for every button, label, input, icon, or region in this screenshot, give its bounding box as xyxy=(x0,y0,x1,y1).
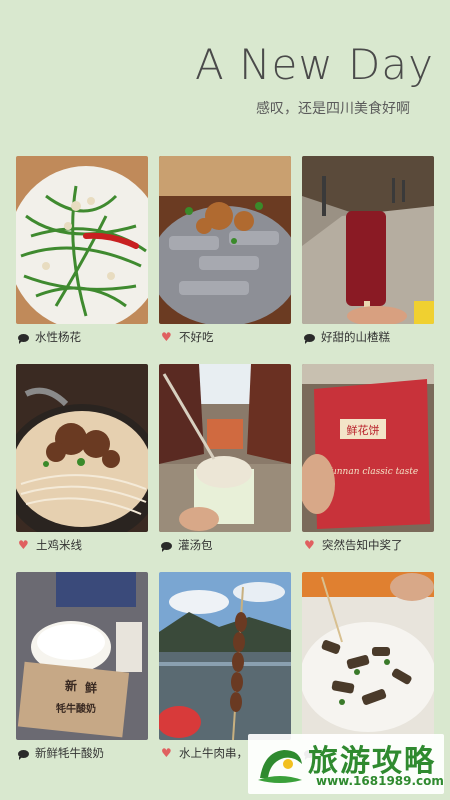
photo-hawthorn-cake[interactable] xyxy=(302,156,434,324)
photo-card[interactable]: 鲜花饼 Yunnan classic taste ♥ 突然告知中奖了 xyxy=(302,364,434,558)
package-english-text: Yunnan classic taste xyxy=(326,467,418,477)
photo-card[interactable]: 水性杨花 xyxy=(16,156,148,350)
package-brand-text: 鲜花饼 xyxy=(347,423,380,437)
site-watermark: 旅游攻略 www.1681989.com xyxy=(248,734,444,794)
photo-card[interactable]: ♥ 土鸡米线 xyxy=(16,364,148,558)
card-caption: 突然告知中奖了 xyxy=(322,538,403,552)
card-caption: 灌汤包 xyxy=(178,538,213,552)
page-title: A New Day xyxy=(195,40,434,89)
speech-bubble-icon[interactable] xyxy=(18,333,29,344)
page-subtitle: 感叹，还是四川美食好啊 xyxy=(256,101,410,117)
card-caption: 好甜的山楂糕 xyxy=(321,330,390,344)
card-caption-row: 好甜的山楂糕 xyxy=(302,324,434,350)
speech-bubble-icon[interactable] xyxy=(304,333,315,344)
card-caption: 不好吃 xyxy=(179,330,214,344)
heart-icon[interactable]: ♥ xyxy=(161,747,173,759)
heart-icon[interactable]: ♥ xyxy=(18,539,30,551)
speech-bubble-icon[interactable] xyxy=(161,541,172,552)
yogurt-sign-line3: 牦牛酸奶 xyxy=(56,702,96,715)
photo-flower-cake-package[interactable]: 鲜花饼 Yunnan classic taste xyxy=(302,364,434,532)
photo-beef-skewer-lake[interactable] xyxy=(159,572,291,740)
yogurt-sign-line1: 新 xyxy=(65,678,77,693)
photo-card[interactable]: 好甜的山楂糕 xyxy=(302,156,434,350)
card-caption: 水性杨花 xyxy=(35,330,81,344)
yogurt-sign-line2: 鲜 xyxy=(85,680,97,695)
heart-icon[interactable]: ♥ xyxy=(304,539,316,551)
photo-stir-fried-greens[interactable] xyxy=(16,156,148,324)
card-caption-row: ♥ 突然告知中奖了 xyxy=(302,532,434,558)
card-caption-row: ♥ 土鸡米线 xyxy=(16,532,148,558)
photo-jelly-noodles[interactable] xyxy=(159,156,291,324)
card-caption-row: 新鲜牦牛酸奶 xyxy=(16,740,148,766)
card-caption-row: 水性杨花 xyxy=(16,324,148,350)
photo-grid: 水性杨花 ♥ 不好吃 好甜的山楂糕 ♥ 土鸡米线 灌汤包 鲜花饼 Yunnan … xyxy=(16,156,434,766)
photo-card[interactable]: 灌汤包 xyxy=(159,364,291,558)
card-caption: 土鸡米线 xyxy=(36,538,82,552)
watermark-logo-icon xyxy=(258,750,302,783)
photo-card[interactable]: ♥ 不好吃 xyxy=(159,156,291,350)
speech-bubble-icon[interactable] xyxy=(18,749,29,760)
photo-yak-yogurt[interactable]: 新 鲜 牦牛酸奶 xyxy=(16,572,148,740)
card-caption: 水上牛肉串， xyxy=(179,746,248,760)
photo-chicken-rice-noodle[interactable] xyxy=(16,364,148,532)
heart-icon[interactable]: ♥ xyxy=(161,331,173,343)
photo-card[interactable]: 新 鲜 牦牛酸奶 新鲜牦牛酸奶 xyxy=(16,572,148,766)
photo-stir-fried-meat[interactable] xyxy=(302,572,434,740)
card-caption: 新鲜牦牛酸奶 xyxy=(35,746,104,760)
card-caption-row: 灌汤包 xyxy=(159,532,291,558)
card-caption-row: ♥ 不好吃 xyxy=(159,324,291,350)
photo-soup-dumpling[interactable] xyxy=(159,364,291,532)
watermark-url: www.1681989.com xyxy=(316,774,444,788)
